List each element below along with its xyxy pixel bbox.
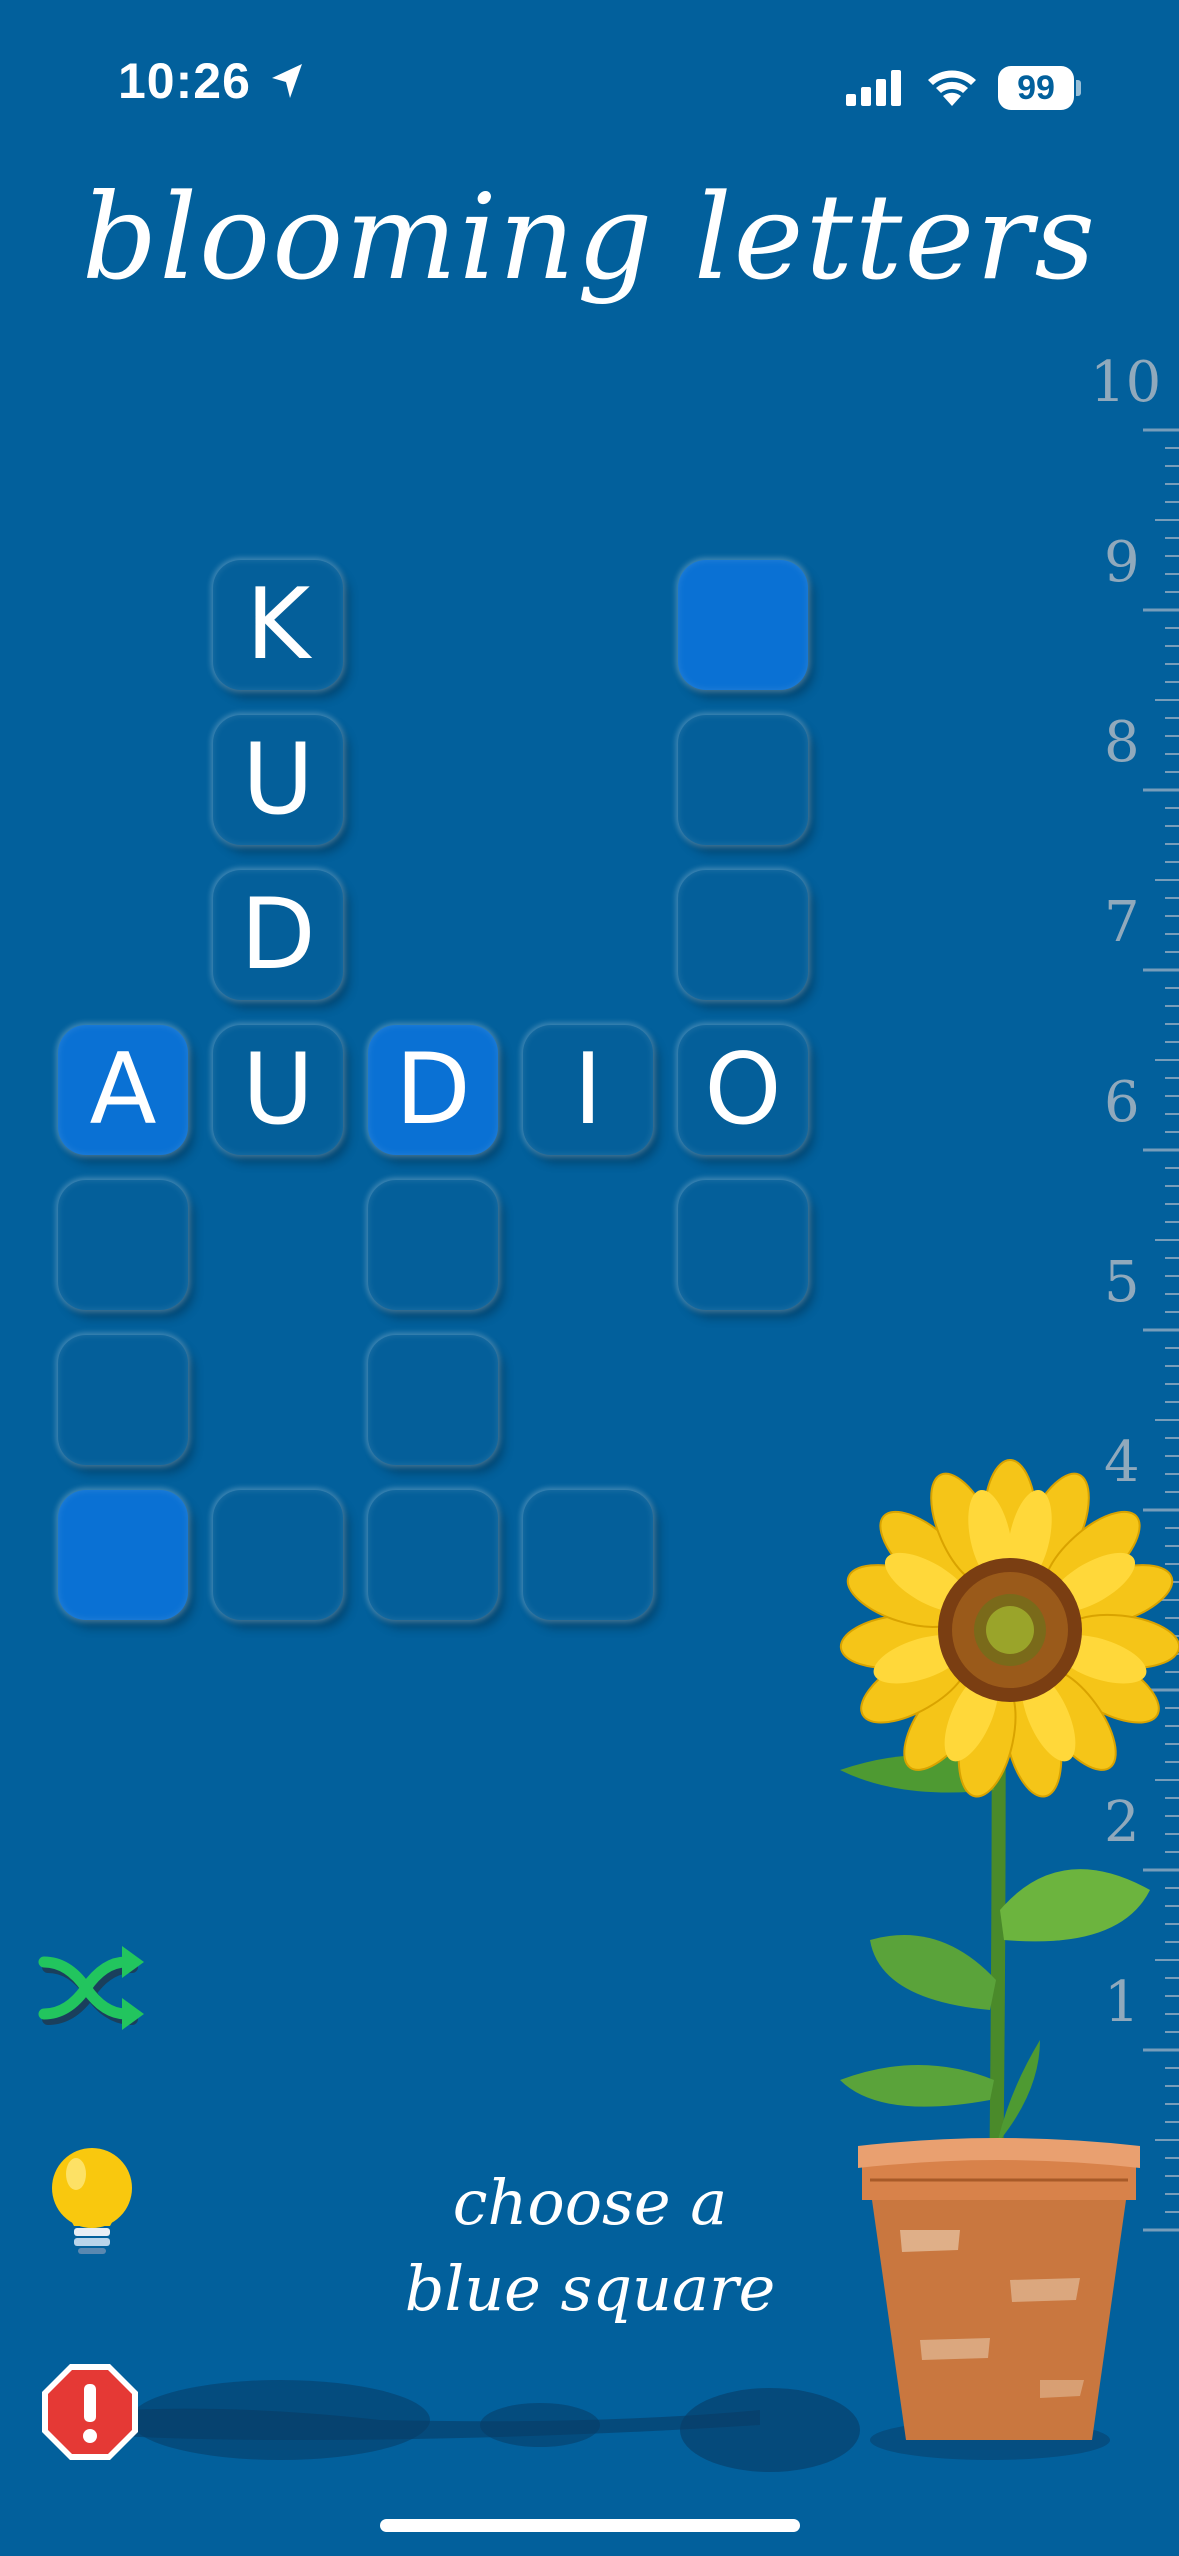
lightbulb-hint-icon[interactable] — [40, 2146, 144, 2258]
letter-tile[interactable]: D — [213, 870, 343, 1000]
letter-tile[interactable]: U — [213, 715, 343, 845]
home-indicator[interactable] — [380, 2519, 800, 2532]
status-time: 10:26 — [118, 53, 251, 109]
shuffle-icon[interactable] — [38, 1940, 148, 2040]
sunflower-pot-image — [60, 1459, 1179, 2472]
game-title: blooming letters — [81, 168, 1098, 306]
location-arrow-icon — [272, 64, 302, 98]
cellular-signal-icon — [846, 70, 901, 106]
letter-tile[interactable]: I — [523, 1025, 653, 1155]
instruction-line-2: blue square — [404, 2252, 776, 2325]
empty-tile[interactable] — [678, 870, 808, 1000]
letter-tile[interactable]: K — [213, 560, 343, 690]
letter-tile[interactable]: O — [678, 1025, 808, 1155]
ruler-label: 10 — [1090, 350, 1162, 415]
ruler-label: 6 — [1104, 1070, 1140, 1135]
ruler-label: 9 — [1104, 530, 1140, 595]
empty-tile[interactable] — [58, 1180, 188, 1310]
ruler-label: 5 — [1104, 1250, 1140, 1315]
blue-tile[interactable]: D — [368, 1025, 498, 1155]
alert-report-icon[interactable] — [38, 2360, 142, 2464]
battery-nub — [1076, 80, 1081, 96]
blue-tile[interactable] — [678, 560, 808, 690]
instruction-text: choose a blue square — [340, 2160, 840, 2332]
ruler-label: 8 — [1104, 710, 1140, 775]
wifi-icon — [928, 70, 976, 106]
instruction-line-1: choose a — [452, 2166, 728, 2239]
empty-tile[interactable] — [678, 715, 808, 845]
battery-icon: 99 — [998, 66, 1074, 110]
empty-tile[interactable] — [678, 1180, 808, 1310]
empty-tile[interactable] — [368, 1180, 498, 1310]
letter-tile[interactable]: U — [213, 1025, 343, 1155]
blue-tile[interactable]: A — [58, 1025, 188, 1155]
ruler-label: 7 — [1104, 890, 1140, 955]
